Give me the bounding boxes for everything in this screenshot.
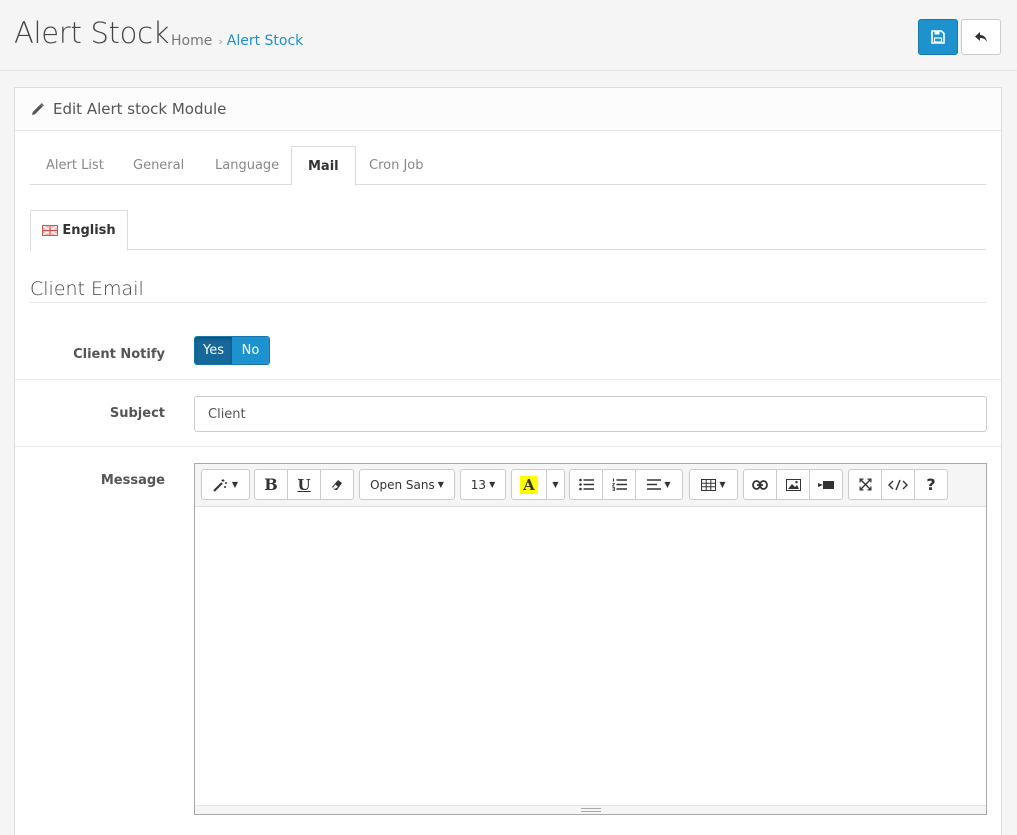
back-button[interactable] [961,19,1001,55]
tab-alert-list[interactable]: Alert List [30,146,120,186]
page-header: Alert Stock Home › Alert Stock [0,0,1017,71]
link-icon [752,479,768,490]
page-title: Alert Stock [14,16,170,50]
panel-title: Edit Alert stock Module [53,100,227,118]
tab-cron-job[interactable]: Cron Job [353,146,440,186]
save-button[interactable] [918,19,958,55]
code-view-button[interactable] [881,469,915,500]
font-size-value: 13 [470,477,487,492]
pencil-icon [32,102,44,115]
magic-wand-icon [213,478,227,492]
client-notify-label: Client Notify [73,347,165,362]
bold-button[interactable]: B [254,469,288,500]
client-notify-toggle: Yes No [194,336,270,365]
table-group: ▼ [689,469,738,500]
image-button[interactable] [776,469,810,500]
align-dropdown[interactable]: ▼ [635,469,683,500]
caret-down-icon: ▼ [489,480,496,489]
row-divider [15,379,1001,380]
font-name-value: Open Sans [370,477,435,492]
view-group: ? [848,469,948,500]
code-icon [888,479,908,490]
video-button[interactable] [809,469,843,500]
row-divider [15,446,1001,447]
caret-down-icon: ▼ [719,480,726,489]
font-size-group: 13 ▼ [460,469,506,500]
caret-down-icon: ▼ [437,480,444,489]
breadcrumb: Home › Alert Stock [171,33,303,49]
section-divider [30,302,986,303]
tab-language[interactable]: Language [199,146,295,186]
font-color-dropdown[interactable]: ▼ [546,469,565,500]
section-title: Client Email [30,278,144,300]
breadcrumb-separator-icon: › [218,35,223,48]
caret-down-icon: ▼ [552,480,559,489]
tab-english-label: English [62,223,116,238]
message-label: Message [100,473,165,488]
editor-resize-bar[interactable] [195,805,986,814]
subject-input[interactable] [194,396,987,432]
eraser-icon [332,479,342,490]
underline-button[interactable]: U [287,469,321,500]
color-group: A ▼ [511,469,565,500]
save-icon [931,30,945,44]
help-button[interactable]: ? [914,469,948,500]
table-icon [701,478,717,491]
unordered-list-button[interactable] [569,469,603,500]
module-tabs: Alert List General Language Mail Cron Jo… [30,146,986,186]
subject-label: Subject [109,406,165,421]
resize-grip-icon [580,808,601,812]
edit-panel: Edit Alert stock Module Alert List Gener… [14,87,1002,835]
message-editor: ▼ B U Open Sans ▼ 13 ▼ A ▼ ▼ ▼ ? [194,463,987,815]
font-size-dropdown[interactable]: 13 ▼ [460,469,506,500]
link-button[interactable] [743,469,777,500]
editor-toolbar: ▼ B U Open Sans ▼ 13 ▼ A ▼ ▼ ▼ ? [195,464,986,507]
video-icon [818,480,834,489]
align-left-icon [647,479,662,490]
ordered-list-button[interactable] [602,469,636,500]
ordered-list-icon [611,478,627,491]
paragraph-group: ▼ [569,469,683,500]
image-icon [785,478,801,491]
message-editable-area[interactable] [195,507,986,805]
tab-mail[interactable]: Mail [291,146,356,186]
insert-group [743,469,843,500]
caret-down-icon: ▼ [664,480,671,489]
caret-down-icon: ▼ [231,480,239,489]
font-name-dropdown[interactable]: Open Sans ▼ [359,469,455,500]
breadcrumb-home[interactable]: Home [171,33,212,49]
uk-flag-icon [42,225,59,236]
table-dropdown[interactable]: ▼ [689,469,738,500]
client-notify-yes[interactable]: Yes [195,337,232,364]
language-tabs: English [30,210,986,251]
font-name-group: Open Sans ▼ [359,469,455,500]
fullscreen-icon [859,478,871,491]
font-color-icon: A [520,475,538,494]
tab-english[interactable]: English [30,210,128,251]
client-notify-no[interactable]: No [232,337,269,364]
panel-heading: Edit Alert stock Module [15,88,1001,131]
style-group: ▼ [201,469,250,500]
reply-icon [975,32,987,42]
format-group: B U [254,469,354,500]
style-button[interactable]: ▼ [201,469,250,500]
font-color-button[interactable]: A [511,469,547,500]
breadcrumb-alert-stock[interactable]: Alert Stock [227,33,304,49]
unordered-list-icon [578,478,594,491]
fullscreen-button[interactable] [848,469,882,500]
clear-format-button[interactable] [320,469,354,500]
tab-general[interactable]: General [117,146,200,186]
